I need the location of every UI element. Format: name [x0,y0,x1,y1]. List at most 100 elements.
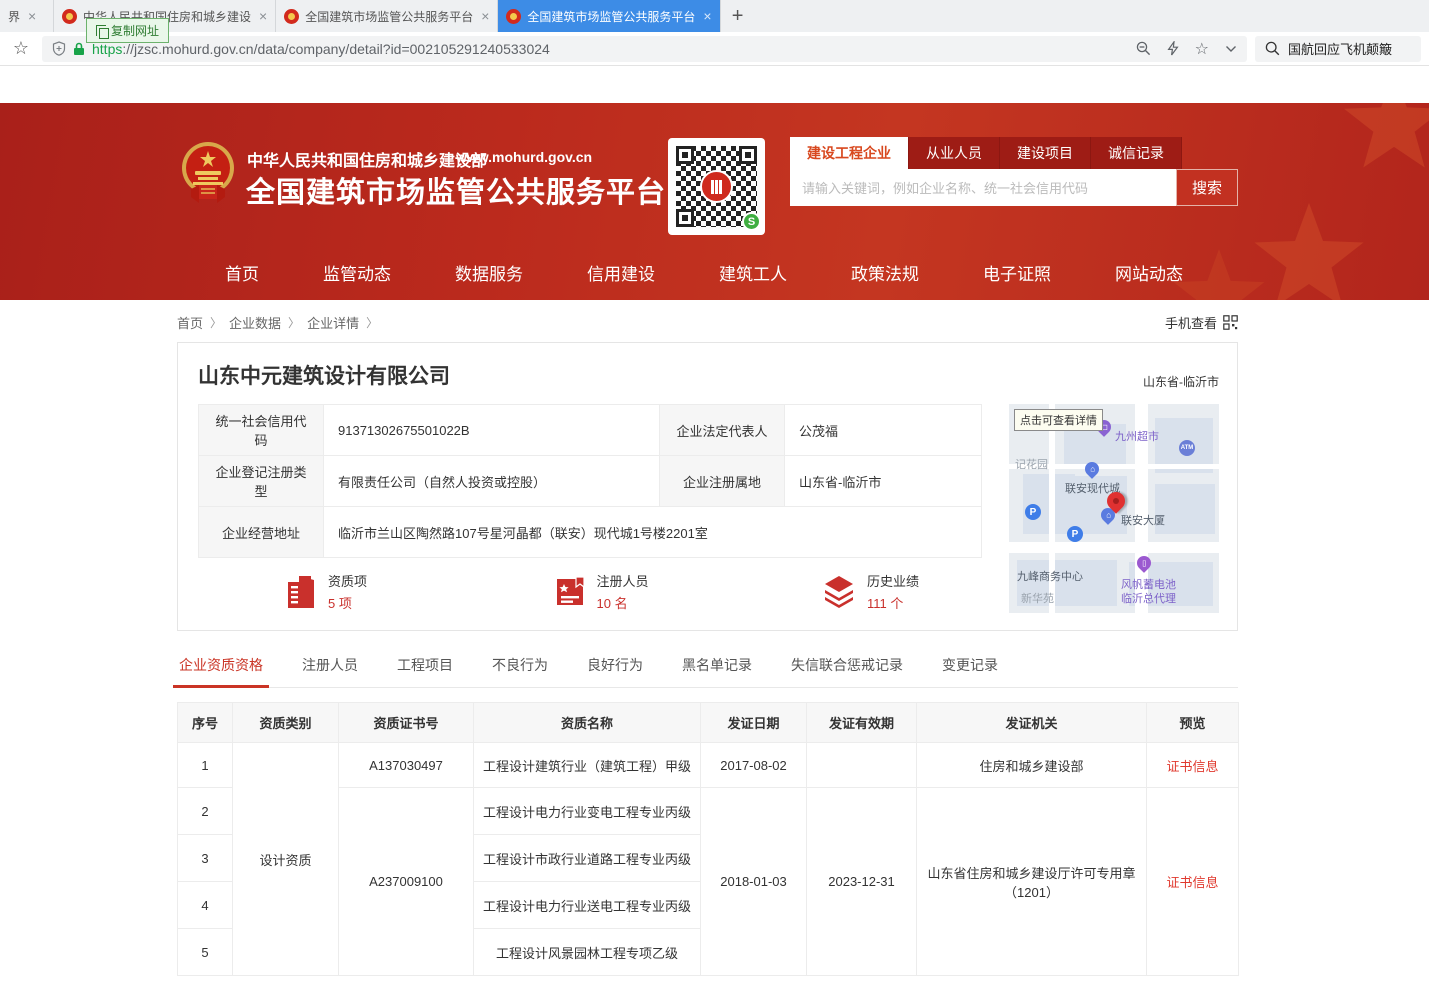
preview-cell: 证书信息 [1147,788,1239,976]
browser-tab-2[interactable]: 全国建筑市场监管公共服务平台 × [276,0,498,32]
nav-credit[interactable]: 信用建设 [587,260,655,285]
tab-good-behavior[interactable]: 良好行为 [585,655,645,687]
search-icon [1265,41,1280,56]
search-tab-enterprise[interactable]: 建设工程企业 [790,137,909,169]
nav-site-news[interactable]: 网站动态 [1115,260,1183,285]
stat-qualifications: 资质项5 项 [284,571,434,612]
detail-tabs: 企业资质资格 注册人员 工程项目 不良行为 良好行为 黑名单记录 失信联合惩戒记… [177,655,1238,688]
col-qual-name: 资质名称 [474,703,701,743]
flash-save-icon[interactable] [1167,41,1179,56]
search-button[interactable]: 搜索 [1176,169,1238,206]
tab-title: 全国建筑市场监管公共服务平台 [527,8,695,25]
breadcrumb-sep-icon: 〉 [210,314,222,331]
browser-quick-search[interactable]: 国航回应飞机颠簸 [1255,36,1421,62]
map-label: 九州超市 [1115,428,1159,444]
flag-star-decoration [1169,245,1269,300]
breadcrumb-company-data[interactable]: 企业数据 [229,313,281,332]
nav-workers[interactable]: 建筑工人 [719,260,787,285]
map-label: 新华苑 [1021,590,1054,606]
col-authority: 发证机关 [917,703,1147,743]
ministry-name: 中华人民共和国住房和城乡建设部 [247,147,487,171]
new-tab-button[interactable]: + [721,0,755,32]
breadcrumb-home[interactable]: 首页 [177,313,203,332]
map-road [1009,542,1219,553]
favorite-star-icon[interactable]: ☆ [1195,39,1209,59]
shield-icon [52,41,66,56]
nav-policy[interactable]: 政策法规 [851,260,919,285]
col-valid-until: 发证有效期 [807,703,917,743]
seq-cell: 4 [178,882,233,929]
tab-registered-personnel[interactable]: 注册人员 [300,655,360,687]
table-row: 统一社会信用代码 91371302675501022B 企业法定代表人 公茂福 [199,405,982,456]
tab-dishonesty-records[interactable]: 失信联合惩戒记录 [789,655,905,687]
legal-rep-value: 公茂福 [785,405,982,456]
copy-url-tooltip: 复制网址 [86,18,169,43]
tab-blacklist[interactable]: 黑名单记录 [680,655,754,687]
close-icon[interactable]: × [481,8,489,24]
search-tab-project[interactable]: 建设项目 [1000,137,1091,169]
nav-supervision[interactable]: 监管动态 [323,260,391,285]
browser-url-bar: ☆ https://jzsc.mohurd.gov.cn/data/compan… [0,32,1429,66]
site-favicon-icon [506,9,521,24]
browser-tab-0[interactable]: 界 × [0,0,54,32]
close-icon[interactable]: × [28,8,36,24]
tab-qualifications[interactable]: 企业资质资格 [177,655,265,687]
table-header-row: 序号 资质类别 资质证书号 资质名称 发证日期 发证有效期 发证机关 预览 [178,703,1239,743]
table-row: 1 设计资质 A137030497 工程设计建筑行业（建筑工程）甲级 2017-… [178,743,1239,788]
seq-cell: 3 [178,835,233,882]
close-icon[interactable]: × [703,8,711,24]
browser-tab-3-active[interactable]: 全国建筑市场监管公共服务平台 × [498,0,720,32]
map-label: 联安大厦 [1121,512,1165,528]
nav-data-service[interactable]: 数据服务 [455,260,523,285]
seq-cell: 5 [178,929,233,976]
qual-name-cell: 工程设计市政行业道路工程专业丙级 [474,835,701,882]
qual-name-cell: 工程设计风景园林工程专项乙级 [474,929,701,976]
search-tab-credit[interactable]: 诚信记录 [1091,137,1182,169]
browser-tab-bar: 界 × 中华人民共和国住房和城乡建设 × 全国建筑市场监管公共服务平台 × 全国… [0,0,1429,32]
tab-title: 全国建筑市场监管公共服务平台 [305,8,473,25]
parking-icon: P [1025,504,1041,520]
mobile-view-link[interactable]: 手机查看 [1165,313,1238,332]
tab-bad-behavior[interactable]: 不良行为 [490,655,550,687]
info-label: 企业经营地址 [199,507,324,558]
copy-icon [96,25,106,36]
registration-type-value: 有限责任公司（自然人投资或控股） [324,456,660,507]
tab-change-records[interactable]: 变更记录 [940,655,1000,687]
stat-value: 10 名 [597,593,649,612]
site-favicon-icon [284,9,299,24]
seq-cell: 2 [178,788,233,835]
tab-projects[interactable]: 工程项目 [395,655,455,687]
search-tab-personnel[interactable]: 从业人员 [909,137,1000,169]
chevron-down-icon[interactable] [1225,45,1237,53]
certificate-info-link[interactable]: 证书信息 [1166,875,1218,890]
company-name: 山东中元建筑设计有限公司 [198,360,450,390]
close-icon[interactable]: × [259,8,267,24]
registration-region-value: 山东省-临沂市 [785,456,982,507]
stat-history-performance: 历史业绩111 个 [821,571,971,612]
url-text: https://jzsc.mohurd.gov.cn/data/company/… [92,41,1129,57]
keyword-search-input[interactable]: 请输入关键词，例如企业名称、统一社会信用代码 [790,169,1176,206]
ministry-website: www.mohurd.gov.cn [456,149,592,165]
mini-program-badge-icon: S [742,212,761,231]
info-label: 企业注册属地 [660,456,785,507]
lock-icon [73,42,85,56]
tab-title: 界 [8,8,20,25]
info-label: 企业法定代表人 [660,405,785,456]
breadcrumb-company-detail[interactable]: 企业详情 [307,313,359,332]
valid-until-cell [807,743,917,788]
qual-name-cell: 工程设计电力行业变电工程专业丙级 [474,788,701,835]
company-location-map[interactable]: 点击可查看详情 ◻ 九州超市 ATM 记花园 ⌂ 联安现代城 ⌂ 联安大厦 P … [1009,404,1219,613]
nav-home[interactable]: 首页 [225,260,259,285]
parking-icon: P [1067,526,1083,542]
zoom-out-icon[interactable] [1136,41,1151,56]
nav-e-license[interactable]: 电子证照 [983,260,1051,285]
valid-until-cell: 2023-12-31 [807,788,917,976]
authority-cell: 山东省住房和城乡建设厅许可专用章 （1201） [917,788,1147,976]
certificate-info-link[interactable]: 证书信息 [1166,759,1218,774]
bookmark-star-icon[interactable]: ☆ [8,38,34,59]
table-row: 企业经营地址 临沂市兰山区陶然路107号星河晶都（联安）现代城1号楼2201室 [199,507,982,558]
site-favicon-icon [62,9,77,24]
address-bar[interactable]: https://jzsc.mohurd.gov.cn/data/company/… [42,36,1247,62]
breadcrumb-sep-icon: 〉 [288,314,300,331]
info-label: 企业登记注册类型 [199,456,324,507]
